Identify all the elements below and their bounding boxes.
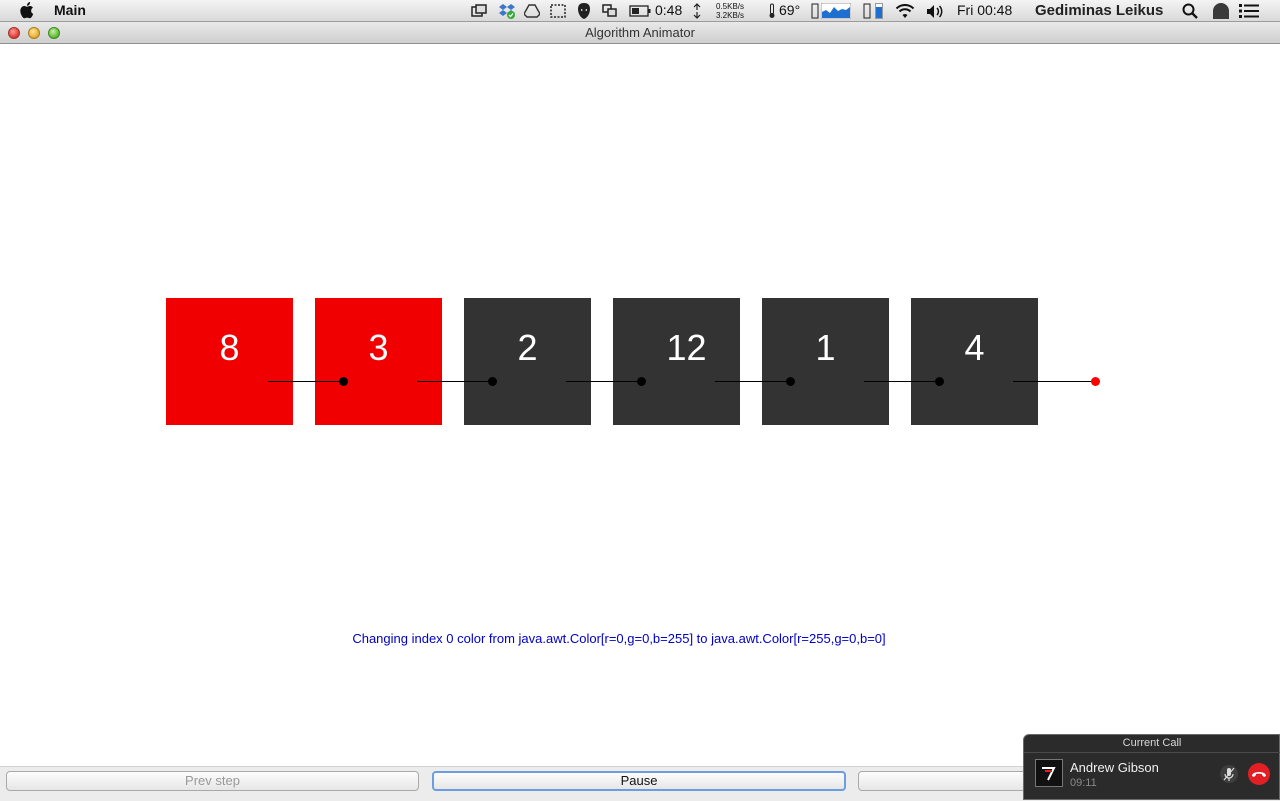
battery-time[interactable]: 0:48 xyxy=(655,2,682,18)
node-pointer-line xyxy=(1013,381,1095,382)
current-call-widget: Current Call Andrew Gibson 09:11 xyxy=(1023,734,1280,800)
menu-bar: Main 0:48 0.5KB/s 3.2KB/s 69° Fri 00:48 … xyxy=(0,0,1280,22)
window-title-bar[interactable]: Algorithm Animator xyxy=(0,22,1280,44)
node-pointer-line xyxy=(566,381,642,382)
list-node: 1 xyxy=(762,298,889,425)
node-pointer-head xyxy=(488,377,497,386)
app-menu-name[interactable]: Main xyxy=(54,2,86,18)
node-pointer-line xyxy=(268,381,344,382)
status-message: Changing index 0 color from java.awt.Col… xyxy=(352,631,886,646)
spotlight-icon[interactable] xyxy=(1181,3,1199,19)
network-speed[interactable]: 0.5KB/s 3.2KB/s xyxy=(716,2,744,20)
sync-icon[interactable] xyxy=(601,3,619,19)
cpu-graph-icon[interactable] xyxy=(821,3,851,19)
temperature-icon xyxy=(765,3,779,19)
list-icon[interactable] xyxy=(1238,3,1260,19)
microphone-icon xyxy=(1223,767,1235,781)
cpu-label-icon xyxy=(810,3,820,19)
caller-name: Andrew Gibson xyxy=(1070,760,1159,775)
node-pointer-head xyxy=(637,377,646,386)
hang-up-button[interactable] xyxy=(1248,763,1270,785)
net-up: 0.5KB/s xyxy=(716,2,745,11)
user-name[interactable]: Gediminas Leikus xyxy=(1035,2,1163,19)
node-pointer-head xyxy=(935,377,944,386)
dropbox-icon[interactable] xyxy=(498,3,516,19)
next-step-button[interactable] xyxy=(858,771,1038,791)
node-value: 8 xyxy=(219,327,240,368)
temperature[interactable]: 69° xyxy=(779,2,800,18)
menu-clock[interactable]: Fri 00:48 xyxy=(957,2,1012,18)
memory-icon[interactable] xyxy=(874,3,884,19)
mask-icon[interactable] xyxy=(575,3,593,19)
volume-icon[interactable] xyxy=(925,3,945,19)
null-pointer-head xyxy=(1091,377,1100,386)
call-duration: 09:11 xyxy=(1070,777,1097,789)
list-node: 12 xyxy=(613,298,740,425)
node-pointer-head xyxy=(339,377,348,386)
pause-button[interactable]: Pause xyxy=(432,771,846,791)
drive-icon[interactable] xyxy=(523,3,541,19)
wifi-icon[interactable] xyxy=(894,3,916,19)
caller-avatar xyxy=(1035,759,1063,787)
node-value: 2 xyxy=(517,327,538,368)
node-pointer-line xyxy=(715,381,791,382)
memory-label-icon xyxy=(862,3,872,19)
network-arrows-icon xyxy=(692,3,702,19)
list-node: 2 xyxy=(464,298,591,425)
list-node: 8 xyxy=(166,298,293,425)
call-divider xyxy=(1024,752,1280,753)
apple-icon[interactable] xyxy=(20,1,36,19)
node-pointer-line xyxy=(417,381,493,382)
node-value: 4 xyxy=(964,327,985,368)
window-title: Algorithm Animator xyxy=(585,25,695,40)
net-down: 3.2KB/s xyxy=(716,11,745,20)
list-node: 4 xyxy=(911,298,1038,425)
call-header: Current Call xyxy=(1122,737,1182,749)
caller-avatar-icon xyxy=(1042,767,1056,781)
node-pointer-line xyxy=(864,381,940,382)
screenshot-icon[interactable] xyxy=(549,3,567,19)
window-icon[interactable] xyxy=(470,3,488,19)
mute-button[interactable] xyxy=(1220,765,1238,783)
skype-icon[interactable] xyxy=(1210,3,1232,19)
battery-icon[interactable] xyxy=(628,3,652,19)
node-value: 12 xyxy=(666,327,707,368)
node-value: 3 xyxy=(368,327,389,368)
node-value: 1 xyxy=(815,327,836,368)
prev-step-button[interactable]: Prev step xyxy=(6,771,419,791)
list-node: 3 xyxy=(315,298,442,425)
hang-up-icon xyxy=(1252,772,1266,777)
node-pointer-head xyxy=(786,377,795,386)
